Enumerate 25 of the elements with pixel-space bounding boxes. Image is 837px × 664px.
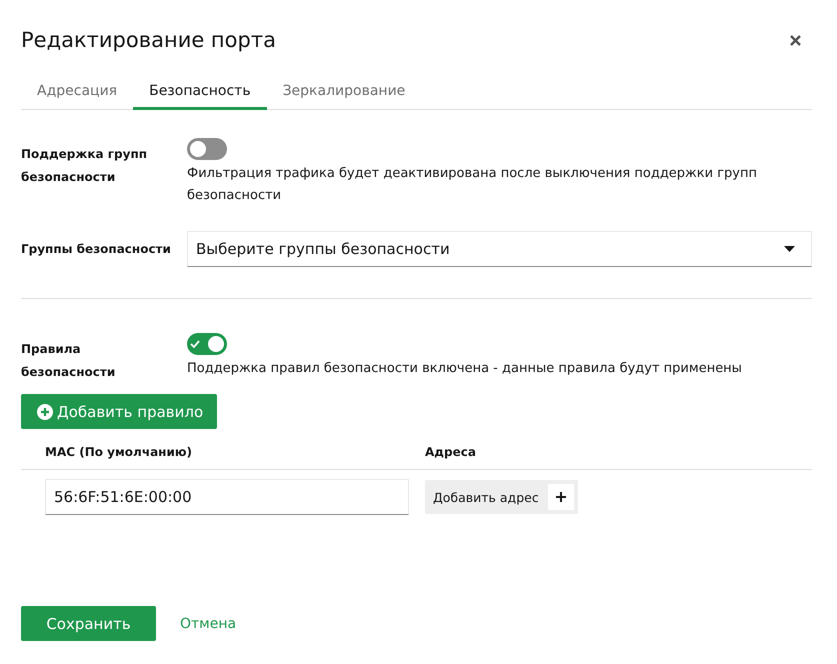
tab[interactable]: Безопасность	[133, 74, 267, 110]
field-label: Правила безопасности	[21, 341, 116, 381]
toggle-switch[interactable]	[187, 138, 227, 160]
toggle-switch[interactable]	[187, 333, 227, 355]
field-description: Поддержка правил безопасности включена - данные правила будут применены	[187, 360, 742, 378]
check-icon	[190, 340, 200, 348]
column-header: Адреса	[425, 444, 476, 458]
field-label: Поддержка групп безопасности	[21, 146, 148, 186]
tab[interactable]: Зеркалирование	[266, 74, 422, 110]
plus-icon	[548, 484, 574, 510]
close-icon	[790, 34, 801, 46]
tab[interactable]: Адресация	[21, 74, 134, 110]
field-label: Группы безопасности	[21, 240, 171, 258]
mac-input[interactable]: 56:6F:51:6E:00:00	[45, 479, 409, 515]
select-field[interactable]: Выберите группы безопасности	[187, 231, 812, 267]
cancel-link[interactable]: Отмена	[180, 616, 236, 632]
plus-circle-icon	[37, 404, 53, 420]
add-rule-button[interactable]: Добавить правило	[21, 394, 218, 429]
caret-down-icon	[784, 246, 795, 252]
dialog-title: Редактирование порта	[21, 27, 276, 54]
close-button[interactable]	[790, 34, 801, 46]
column-header: MAC (По умолчанию)	[44, 444, 192, 458]
add-address-button[interactable]: Добавить адрес	[425, 480, 578, 514]
save-button[interactable]: Сохранить	[21, 606, 156, 641]
field-description: Фильтрация трафика будет деактивирована после выключения поддержки групп безопасности	[187, 165, 758, 205]
